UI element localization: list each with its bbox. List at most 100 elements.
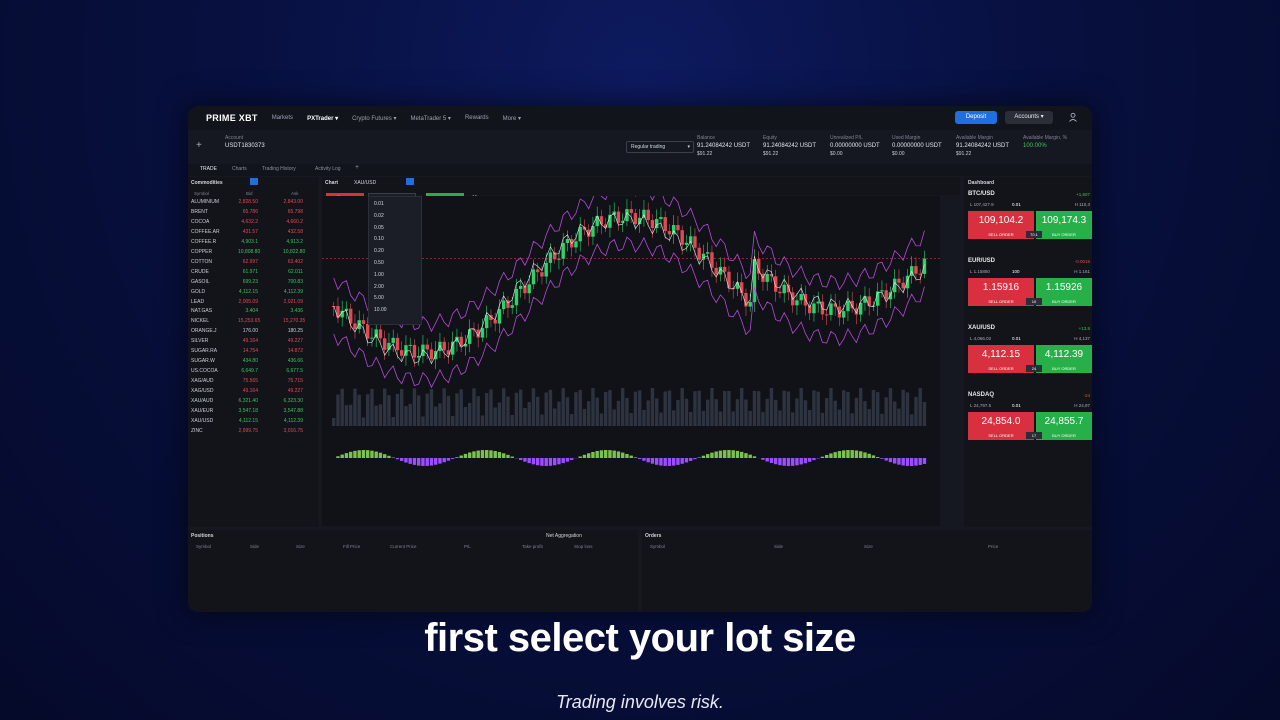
nav-pxtrader[interactable]: PXTrader ▾ (307, 115, 338, 122)
net-aggregation-toggle[interactable]: Net Aggregation (546, 533, 582, 539)
trading-mode-select[interactable]: Regular trading ▾ (626, 141, 694, 153)
row-ask[interactable]: 4,660.2 (283, 219, 303, 225)
watchlist-row[interactable]: ALUMINIUM 2,828.50 2,843.00 (188, 199, 312, 209)
deposit-button[interactable]: Deposit (955, 111, 997, 124)
row-ask[interactable]: 49.227 (283, 338, 303, 344)
positions-column-header[interactable]: P/L (464, 544, 471, 549)
row-bid[interactable]: 699.23 (238, 279, 258, 285)
buy-order-button[interactable]: 1.15926 BUY ORDER (1036, 278, 1092, 306)
card-qty[interactable]: 0.01 (1012, 202, 1021, 207)
row-bid[interactable]: 3,547.18 (238, 408, 258, 414)
lot-option[interactable]: 0.02 (374, 213, 384, 219)
sell-order-button[interactable]: 109,104.2 SELL ORDER (968, 211, 1034, 239)
row-bid[interactable]: 65.786 (238, 209, 258, 215)
watchlist-row[interactable]: COPPER 10,808.80 10,822.80 (188, 249, 312, 259)
tab-trade[interactable]: TRADE (200, 166, 217, 172)
nav-metatrader[interactable]: MetaTrader 5 ▾ (410, 115, 450, 122)
row-ask[interactable]: 15,270.35 (283, 318, 305, 324)
row-bid[interactable]: 75.565 (238, 378, 258, 384)
orders-column-header[interactable]: Size (864, 544, 873, 549)
buy-order-button[interactable]: 24,855.7 BUY ORDER (1036, 412, 1092, 440)
watchlist-row[interactable]: NAT.GAS 3.404 3.436 (188, 308, 312, 318)
card-symbol[interactable]: BTC/USD (968, 191, 995, 197)
watchlist-row[interactable]: COCOA 4,632.2 4,660.2 (188, 219, 312, 229)
logo[interactable]: PRIME XBT (206, 113, 258, 123)
tab-trading-history[interactable]: Trading History (262, 166, 296, 172)
tab-charts[interactable]: Charts (232, 166, 247, 172)
lot-option[interactable]: 0.10 (374, 236, 384, 242)
card-symbol[interactable]: NASDAQ (968, 392, 994, 398)
watchlist-row[interactable]: XAG/AUD 75.565 75.715 (188, 378, 312, 388)
row-ask[interactable]: 65.798 (283, 209, 303, 215)
card-qty[interactable]: 0.01 (1012, 403, 1021, 408)
card-qty[interactable]: 0.01 (1012, 336, 1021, 341)
card-qty[interactable]: 100 (1012, 269, 1020, 274)
user-icon[interactable] (1068, 112, 1078, 124)
positions-column-header[interactable]: Stop loss (574, 544, 593, 549)
row-ask[interactable]: 4,112.39 (283, 289, 303, 295)
sell-order-button[interactable]: 1.15916 SELL ORDER (968, 278, 1034, 306)
row-bid[interactable]: 4,112.15 (238, 418, 258, 424)
watchlist-row[interactable]: CRUDE 61.971 62.011 (188, 269, 312, 279)
row-ask[interactable]: 4,112.39 (283, 418, 303, 424)
row-ask[interactable]: 3.436 (283, 308, 303, 314)
row-ask[interactable]: 2,021.09 (283, 299, 303, 305)
buy-order-button[interactable]: 4,112.39 BUY ORDER (1036, 345, 1092, 373)
lot-option[interactable]: 0.20 (374, 248, 384, 254)
row-bid[interactable]: 14.754 (238, 348, 258, 354)
row-bid[interactable]: 4,632.2 (238, 219, 258, 225)
watchlist-row[interactable]: COFFEE.AR 431.57 432.58 (188, 229, 312, 239)
add-account-icon[interactable]: + (196, 140, 202, 151)
positions-column-header[interactable]: Size (296, 544, 305, 549)
row-ask[interactable]: 62.011 (283, 269, 303, 275)
orders-column-header[interactable]: Side (774, 544, 783, 549)
lot-option[interactable]: 0.01 (374, 201, 384, 207)
row-bid[interactable]: 6,649.7 (238, 368, 258, 374)
row-ask[interactable]: 3,016.75 (283, 428, 303, 434)
add-tab-button[interactable]: + (355, 164, 359, 171)
row-bid[interactable]: 3.404 (238, 308, 258, 314)
sell-order-button[interactable]: 24,854.0 SELL ORDER (968, 412, 1034, 440)
account-id[interactable]: USDT1830373 (225, 143, 265, 149)
nav-rewards[interactable]: Rewards (465, 115, 489, 121)
accounts-button[interactable]: Accounts ▾ (1005, 111, 1053, 124)
row-bid[interactable]: 2,828.50 (238, 199, 258, 205)
watchlist-row[interactable]: ZINC 2,999.75 3,016.75 (188, 428, 312, 438)
watchlist-row[interactable]: BRENT 65.786 65.798 (188, 209, 312, 219)
watchlist-row[interactable]: COTTON 62.997 63.402 (188, 259, 312, 269)
symbol-search-icon[interactable] (406, 178, 414, 185)
watchlist-row[interactable]: XAU/AUD 6,321.40 6,323.30 (188, 398, 312, 408)
sell-order-button[interactable]: 4,112.15 SELL ORDER (968, 345, 1034, 373)
row-ask[interactable]: 2,843.00 (283, 199, 303, 205)
nav-more[interactable]: More ▾ (503, 115, 521, 122)
watchlist-row[interactable]: XAU/USD 4,112.15 4,112.39 (188, 418, 312, 428)
row-ask[interactable]: 10,822.80 (283, 249, 305, 255)
lot-option[interactable]: 0.50 (374, 260, 384, 266)
row-bid[interactable]: 49.164 (238, 338, 258, 344)
row-ask[interactable]: 3,547.88 (283, 408, 303, 414)
lot-option[interactable]: 10.00 (374, 307, 387, 313)
watchlist-row[interactable]: LEAD 2,005.09 2,021.09 (188, 299, 312, 309)
row-ask[interactable]: 6,677.5 (283, 368, 303, 374)
nav-markets[interactable]: Markets (272, 115, 293, 121)
watchlist-row[interactable]: COFFEE.R 4,903.1 4,913.2 (188, 239, 312, 249)
row-ask[interactable]: 14.872 (283, 348, 303, 354)
watchlist-row[interactable]: XAU/EUR 3,547.18 3,547.88 (188, 408, 312, 418)
row-bid[interactable]: 10,808.80 (238, 249, 260, 255)
row-bid[interactable]: 2,999.75 (238, 428, 258, 434)
row-ask[interactable]: 49.227 (283, 388, 303, 394)
row-bid[interactable]: 6,321.40 (238, 398, 258, 404)
row-ask[interactable]: 700.83 (283, 279, 303, 285)
row-bid[interactable]: 434.80 (238, 358, 258, 364)
positions-column-header[interactable]: Symbol (196, 544, 211, 549)
positions-column-header[interactable]: Current Price (390, 544, 417, 549)
filter-icon[interactable] (250, 178, 258, 185)
lot-option[interactable]: 2.00 (374, 284, 384, 290)
watchlist-row[interactable]: GASOIL 699.23 700.83 (188, 279, 312, 289)
watchlist-row[interactable]: US.COCOA 6,649.7 6,677.5 (188, 368, 312, 378)
watchlist-row[interactable]: SILVER 49.164 49.227 (188, 338, 312, 348)
row-bid[interactable]: 176.00 (238, 328, 258, 334)
row-ask[interactable]: 432.58 (283, 229, 303, 235)
row-ask[interactable]: 63.402 (283, 259, 303, 265)
row-ask[interactable]: 180.25 (283, 328, 303, 334)
